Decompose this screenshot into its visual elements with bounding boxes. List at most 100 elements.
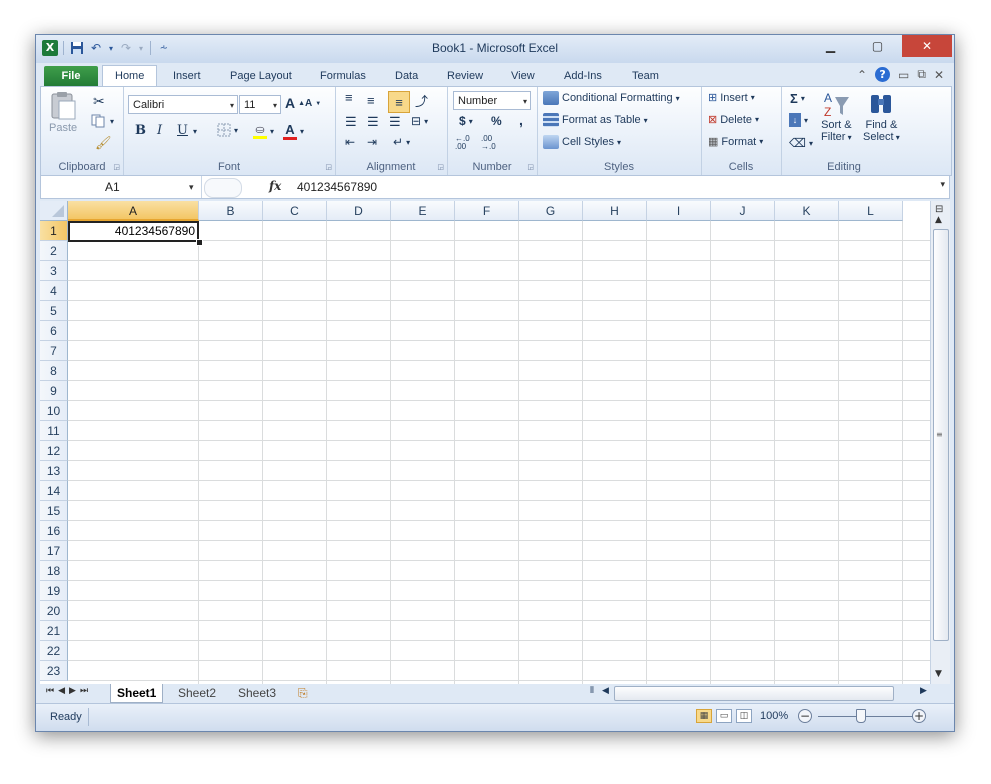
tab-insert[interactable]: Insert — [173, 66, 201, 87]
underline-dropdown-icon[interactable]: ▾ — [193, 127, 197, 136]
insert-cells-button[interactable]: ⊞ Insert ▾ — [708, 91, 755, 105]
column-header-e[interactable]: E — [391, 201, 455, 221]
align-left-icon[interactable]: ☰ — [345, 114, 357, 130]
align-middle-icon[interactable]: ≡ — [367, 93, 375, 108]
row-header-21[interactable]: 21 — [40, 621, 68, 641]
increase-decimal-button[interactable]: ←.0 .00 — [455, 135, 481, 151]
close-button[interactable]: ✕ — [902, 35, 952, 57]
cell-styles-button[interactable]: Cell Styles ▾ — [543, 135, 621, 149]
column-header-f[interactable]: F — [455, 201, 519, 221]
tab-view[interactable]: View — [511, 66, 535, 87]
grow-font-button[interactable]: A ▲ — [285, 95, 305, 111]
column-header-k[interactable]: K — [775, 201, 839, 221]
row-header-10[interactable]: 10 — [40, 401, 68, 421]
tab-formulas[interactable]: Formulas — [320, 66, 366, 87]
scroll-up-icon[interactable]: ▲ — [935, 215, 942, 225]
scroll-right-icon[interactable]: ▶ — [920, 686, 927, 696]
zoom-out-button[interactable]: − — [798, 709, 812, 723]
column-header-i[interactable]: I — [647, 201, 711, 221]
tab-add-ins[interactable]: Add-Ins — [564, 66, 602, 87]
format-as-table-button[interactable]: Format as Table ▾ — [543, 113, 648, 127]
row-header-1[interactable]: 1 — [40, 221, 68, 241]
borders-button[interactable]: ▾ — [217, 123, 238, 137]
minimize-ribbon-icon[interactable]: ⌃ — [857, 68, 867, 82]
row-header-20[interactable]: 20 — [40, 601, 68, 621]
cut-icon[interactable]: ✂ — [93, 93, 105, 110]
minimize-button[interactable]: ▁ — [809, 35, 852, 57]
row-header-16[interactable]: 16 — [40, 521, 68, 541]
column-header-c[interactable]: C — [263, 201, 327, 221]
row-header-7[interactable]: 7 — [40, 341, 68, 361]
worksheet-grid[interactable]: ABCDEFGHIJKL 1 2 3 4 5 6 7 8 9 10 11 12 13 14 15 16 17 18… — [40, 201, 950, 684]
align-bottom-icon[interactable]: ≡ — [388, 91, 410, 113]
vertical-scrollbar[interactable]: ⊟ ▲ ≡ ▼ — [930, 201, 950, 684]
fill-handle[interactable] — [196, 239, 203, 246]
increase-indent-icon[interactable]: ⇥ — [367, 135, 377, 149]
row-header-6[interactable]: 6 — [40, 321, 68, 341]
row-header-23[interactable]: 23 — [40, 661, 68, 681]
page-layout-view-icon[interactable]: ▭ — [716, 709, 732, 723]
column-header-l[interactable]: L — [839, 201, 903, 221]
expand-formula-bar-icon[interactable]: ▾ — [940, 180, 945, 190]
page-break-view-icon[interactable]: ◫ — [736, 709, 752, 723]
zoom-level[interactable]: 100% — [760, 710, 788, 722]
row-header-11[interactable]: 11 — [40, 421, 68, 441]
percent-button[interactable]: % — [491, 114, 502, 128]
formula-bar-resizer[interactable] — [204, 178, 242, 198]
italic-button[interactable]: I — [157, 123, 162, 138]
copy-button[interactable]: ▾ — [91, 114, 114, 128]
column-header-b[interactable]: B — [199, 201, 263, 221]
insert-function-icon[interactable]: fx — [269, 179, 281, 193]
tab-file[interactable]: File — [44, 66, 98, 87]
sheet-tab-sheet2[interactable]: Sheet2 — [172, 684, 222, 702]
format-painter-icon[interactable]: 🖌 — [95, 135, 112, 151]
split-handle-icon[interactable]: ⦀ — [590, 686, 594, 696]
conditional-formatting-button[interactable]: Conditional Formatting ▾ — [543, 91, 680, 105]
zoom-in-button[interactable]: + — [912, 709, 926, 723]
fill-button[interactable]: ↓ ▾ — [789, 113, 808, 127]
orientation-icon[interactable]: ⤴ — [415, 91, 428, 110]
vertical-scroll-thumb[interactable]: ≡ — [933, 229, 949, 641]
shrink-font-button[interactable]: A ▼ — [305, 98, 321, 109]
number-format-select[interactable]: Number ▾ — [453, 91, 531, 110]
row-header-18[interactable]: 18 — [40, 561, 68, 581]
zoom-slider-track[interactable] — [818, 716, 918, 717]
maximize-button[interactable]: ▢ — [856, 35, 899, 57]
font-launcher-icon[interactable]: ◲ — [325, 163, 332, 171]
sheet-tab-sheet1[interactable]: Sheet1 — [110, 684, 164, 703]
row-header-4[interactable]: 4 — [40, 281, 68, 301]
zoom-slider-thumb[interactable] — [856, 709, 866, 723]
sheet-nav-icons[interactable]: ⏮◀▶⏭ — [46, 686, 92, 696]
column-header-h[interactable]: H — [583, 201, 647, 221]
row-header-5[interactable]: 5 — [40, 301, 68, 321]
horizontal-scroll-thumb[interactable] — [614, 686, 894, 701]
decrease-decimal-button[interactable]: .00 →.0 — [481, 135, 507, 151]
column-header-g[interactable]: G — [519, 201, 583, 221]
name-box-dropdown-icon[interactable]: ▾ — [189, 176, 194, 198]
find-select-button[interactable]: Find & Select ▾ — [863, 89, 900, 143]
row-header-14[interactable]: 14 — [40, 481, 68, 501]
row-header-9[interactable]: 9 — [40, 381, 68, 401]
horizontal-scrollbar[interactable]: ⦀ ◀ ▶ — [590, 685, 930, 701]
split-box-icon[interactable]: ⊟ — [935, 204, 943, 215]
delete-cells-button[interactable]: ⊠ Delete ▾ — [708, 113, 759, 127]
comma-button[interactable]: , — [519, 112, 523, 128]
align-center-icon[interactable]: ☰ — [367, 114, 379, 130]
font-color-button[interactable]: A ▾ — [283, 122, 304, 140]
insert-sheet-icon[interactable]: ⎘ — [292, 684, 314, 702]
row-header-2[interactable]: 2 — [40, 241, 68, 261]
fill-color-button[interactable]: ⛀ ▾ — [253, 123, 274, 139]
merge-center-icon[interactable]: ⊟ ▾ — [411, 114, 428, 128]
normal-view-icon[interactable]: ▦ — [696, 709, 712, 723]
column-header-d[interactable]: D — [327, 201, 391, 221]
clear-button[interactable]: ⌫ ▾ — [789, 136, 813, 150]
name-box[interactable]: A1 ▾ — [41, 176, 202, 198]
sort-filter-button[interactable]: AZ Sort & Filter ▾ — [821, 89, 852, 143]
column-header-j[interactable]: J — [711, 201, 775, 221]
font-size-select[interactable]: 11 ▾ — [239, 95, 281, 114]
column-header-a[interactable]: A — [68, 201, 199, 221]
formula-input[interactable]: 401234567890 — [297, 176, 377, 198]
row-header-17[interactable]: 17 — [40, 541, 68, 561]
doc-restore-icon[interactable]: ⧉ — [917, 67, 926, 82]
help-icon[interactable]: ? — [875, 67, 891, 82]
